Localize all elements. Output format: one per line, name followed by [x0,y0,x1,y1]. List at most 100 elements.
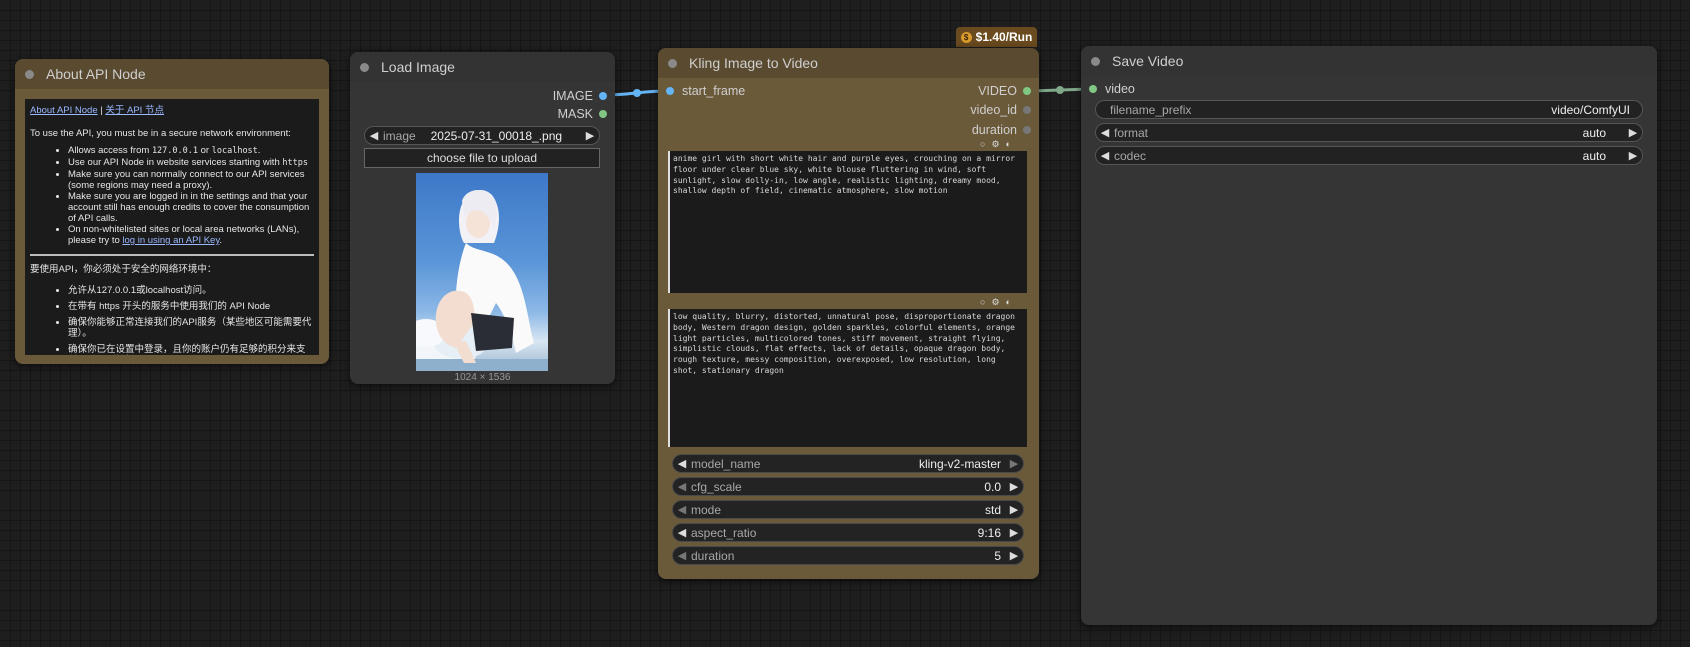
image-socket-icon[interactable] [599,92,607,100]
video-socket-icon[interactable] [1023,87,1031,95]
output-label: video_id [970,103,1017,117]
save-video-title: Save Video [1112,53,1184,69]
speaker-icon[interactable]: ◐ [1006,297,1011,308]
list-item: On non-whitelisted sites or local area n… [68,224,314,246]
collapse-dot-icon[interactable] [668,58,677,68]
widget-label: model_name [691,456,761,471]
about-node-title: About API Node [46,66,146,82]
widget-value: auto [1582,148,1606,163]
about-cn-intro: 要使用API，你必须处于安全的网络环境中： [30,264,217,275]
arrow-left-icon[interactable]: ◀ [673,503,691,516]
widget-value: 5 [994,548,1001,563]
image-combo-widget[interactable]: ◀ image 2025-07-31_00018_.png ▶ [364,126,600,145]
arrow-left-icon[interactable]: ◀ [673,526,691,539]
widget-value: 0.0 [984,479,1001,494]
collapse-dot-icon[interactable] [25,69,34,79]
list-item: 允许从127.0.0.1或localhost访问。 [68,285,314,296]
arrow-right-icon[interactable]: ▶ [1005,480,1023,493]
circle-icon[interactable]: ○ [980,139,985,150]
positive-prompt-input[interactable]: anime girl with short white hair and pur… [668,151,1027,293]
save-video-header[interactable]: Save Video [1081,46,1657,76]
output-mask[interactable]: MASK [558,107,607,121]
format-widget[interactable]: ◀ format auto ▶ [1095,123,1643,142]
mask-socket-icon[interactable] [599,110,607,118]
image-dimensions: 1024 × 1536 [454,372,511,383]
list-item: Use our API Node in website services sta… [68,157,314,169]
arrow-right-icon[interactable]: ▶ [1005,526,1023,539]
load-image-node[interactable]: Load Image IMAGE MASK ◀ image 2025-07-31… [350,52,615,384]
widget-label: aspect_ratio [691,525,757,540]
input-start-frame[interactable]: start_frame [666,84,745,98]
about-en-list: Allows access from 127.0.0.1 or localhos… [30,145,314,246]
widget-label: format [1114,125,1149,140]
about-api-link[interactable]: About API Node [30,105,98,116]
list-item: 确保你已在设置中登录，且你的账户仍有足够的积分来支付API调用的消耗。 [68,344,314,355]
arrow-right-icon[interactable]: ▶ [1005,549,1023,562]
kling-node-title: Kling Image to Video [689,55,818,71]
mode-widget[interactable]: ◀ mode std ▶ [672,500,1024,519]
negative-prompt-input[interactable]: low quality, blurry, distorted, unnatura… [668,309,1027,447]
list-item: 在带有 https 开头的服务中使用我们的 API Node [68,301,314,312]
arrow-right-icon[interactable]: ▶ [1005,457,1023,470]
circle-icon[interactable]: ○ [980,297,985,308]
widget-value: 2025-07-31_00018_.png [430,128,563,143]
string-socket-icon[interactable] [1023,106,1031,114]
image-link-midpoint[interactable] [633,89,641,97]
codec-widget[interactable]: ◀ codec auto ▶ [1095,146,1643,165]
video-link-midpoint[interactable] [1056,86,1064,94]
list-item: Make sure you are logged in in the setti… [68,191,314,224]
arrow-left-icon[interactable]: ◀ [1096,126,1114,139]
coin-icon: $ [960,31,972,43]
output-image[interactable]: IMAGE [553,89,607,103]
api-key-login-link[interactable]: log in using an API Key [122,235,219,246]
string-socket-icon[interactable] [1023,126,1031,134]
output-video-id[interactable]: video_id [970,103,1031,117]
arrow-right-icon[interactable]: ▶ [1624,126,1642,139]
save-video-node[interactable]: Save Video video filename_prefix video/C… [1081,46,1657,625]
gear-icon[interactable]: ⚙ [991,297,999,308]
load-image-header[interactable]: Load Image [350,52,615,82]
arrow-right-icon[interactable]: ▶ [581,129,599,142]
duration-widget[interactable]: ◀ duration 5 ▶ [672,546,1024,565]
input-label: start_frame [682,84,746,98]
image-socket-icon[interactable] [666,87,674,95]
arrow-left-icon[interactable]: ◀ [673,480,691,493]
input-label: video [1105,82,1135,96]
list-item: Make sure you can normally connect to ou… [68,169,314,191]
anime-girl-image [416,189,548,371]
widget-label: duration [691,548,735,563]
speaker-icon[interactable]: ◐ [1006,139,1011,150]
image-preview [416,173,548,371]
output-label: duration [971,123,1017,137]
arrow-right-icon[interactable]: ▶ [1005,503,1023,516]
arrow-left-icon[interactable]: ◀ [1096,149,1114,162]
arrow-left-icon[interactable]: ◀ [673,457,691,470]
filename-prefix-widget[interactable]: filename_prefix video/ComfyUI [1095,100,1643,119]
collapse-dot-icon[interactable] [1091,56,1100,66]
cfg-scale-widget[interactable]: ◀ cfg_scale 0.0 ▶ [672,477,1024,496]
prompt-toolbar: ○ ⚙ ◐ [980,139,1011,150]
arrow-right-icon[interactable]: ▶ [1624,149,1642,162]
choose-file-button[interactable]: choose file to upload [364,148,600,168]
about-node-header[interactable]: About API Node [15,59,329,89]
kling-image-to-video-node[interactable]: Kling Image to Video start_frame VIDEO v… [658,48,1039,579]
input-video[interactable]: video [1089,82,1135,96]
divider [30,254,314,256]
arrow-left-icon[interactable]: ◀ [365,129,383,142]
widget-value: kling-v2-master [918,456,1001,471]
gear-icon[interactable]: ⚙ [991,139,999,150]
collapse-dot-icon[interactable] [360,62,369,72]
about-api-node[interactable]: About API Node About API Node | 关于 API 节… [15,59,329,364]
about-api-cn-link[interactable]: 关于 API 节点 [105,105,164,116]
output-video[interactable]: VIDEO [978,84,1031,98]
model-name-widget[interactable]: ◀ model_name kling-v2-master ▶ [672,454,1024,473]
output-duration[interactable]: duration [972,123,1031,137]
arrow-left-icon[interactable]: ◀ [673,549,691,562]
about-note-content[interactable]: About API Node | 关于 API 节点 To use the AP… [25,99,319,355]
widget-label: image [383,128,416,143]
widget-label: codec [1114,148,1147,163]
kling-node-header[interactable]: Kling Image to Video [658,48,1039,78]
video-socket-icon[interactable] [1089,85,1097,93]
widget-value: std [984,502,1001,517]
aspect-ratio-widget[interactable]: ◀ aspect_ratio 9:16 ▶ [672,523,1024,542]
